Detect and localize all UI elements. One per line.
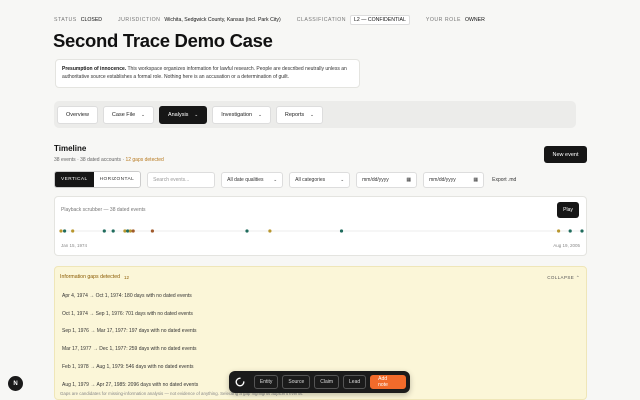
new-event-button[interactable]: New event: [544, 146, 587, 163]
event-dot[interactable]: [111, 229, 115, 233]
event-dot[interactable]: [59, 229, 63, 233]
tab-analysis[interactable]: Analysis ⌄: [158, 105, 208, 124]
gap-item[interactable]: Apr 4, 1974 → Oct 1, 1974: 180 days with…: [62, 293, 192, 299]
tab-label: Analysis: [167, 111, 189, 118]
gap-item[interactable]: Sep 1, 1976 → Mar 17, 1977: 197 days wit…: [62, 328, 197, 334]
timeline-heading: Timeline: [54, 144, 87, 153]
event-dot[interactable]: [339, 229, 344, 233]
presumption-notice: Presumption of innocence. This workspace…: [55, 59, 360, 88]
event-dot[interactable]: [568, 229, 572, 233]
view-vertical-button[interactable]: VERTICAL: [55, 172, 94, 187]
tab-label: Overview: [66, 111, 89, 118]
jurisdiction-meta: JURISDICTION Wichita, Sedgwick County, K…: [118, 17, 281, 23]
gaps-title: Information gaps detected: [60, 274, 120, 280]
event-dot[interactable]: [150, 229, 154, 233]
jurisdiction-value: Wichita, Sedgwick County, Kansas (incl. …: [164, 17, 281, 23]
chevron-down-icon: ⌄: [273, 176, 278, 182]
add-claim-button[interactable]: Claim: [314, 375, 340, 389]
tab-case-file[interactable]: Case File ⌄: [102, 105, 154, 124]
add-entity-button[interactable]: Entity: [253, 375, 279, 389]
classification-meta: CLASSIFICATION L2 — CONFIDENTIAL: [297, 15, 410, 25]
quick-add-dock: Entity Source Claim Lead Add note: [229, 371, 410, 393]
event-dot[interactable]: [268, 229, 272, 233]
date-from-input[interactable]: mm/dd/yyyy ▦: [356, 171, 418, 188]
playback-scrubber: Playback scrubber — 38 dated events Play…: [54, 196, 587, 256]
tab-reports[interactable]: Reports ⌄: [275, 105, 323, 124]
tab-label: Reports: [284, 111, 305, 118]
collapse-button[interactable]: COLLAPSE ⌃: [547, 275, 580, 281]
collapse-label: COLLAPSE: [547, 275, 575, 280]
jurisdiction-label: JURISDICTION: [118, 17, 161, 23]
category-select[interactable]: All categories ⌄: [289, 171, 351, 188]
app-logo-button[interactable]: N: [8, 376, 23, 391]
status-value: CLOSED: [80, 17, 103, 23]
event-dot[interactable]: [128, 229, 132, 233]
add-lead-button[interactable]: Lead: [343, 375, 367, 389]
tab-investigation[interactable]: Investigation ⌄: [212, 105, 271, 124]
classification-label: CLASSIFICATION: [296, 17, 347, 23]
role-meta: YOUR ROLE OWNER: [426, 17, 485, 23]
event-dot[interactable]: [63, 229, 67, 233]
calendar-icon: ▦: [406, 176, 412, 183]
export-md-button[interactable]: Export .md: [492, 177, 516, 183]
scrubber-track[interactable]: [55, 225, 588, 237]
event-dot[interactable]: [102, 229, 106, 233]
scrubber-start-date: Jan 15, 1974: [61, 243, 88, 248]
tab-label: Investigation: [221, 111, 253, 118]
classification-badge: L2 — CONFIDENTIAL: [350, 15, 410, 25]
event-dot[interactable]: [580, 229, 584, 233]
gaps-count-badge: 12: [123, 274, 129, 280]
timeline-counts: 38 events · 38 dated accounts ·: [54, 157, 126, 163]
timeline-controls: VERTICAL HORIZONTAL Search events... All…: [54, 171, 516, 188]
loading-spinner-icon: [233, 375, 247, 389]
gap-item[interactable]: Feb 1, 1978 → Aug 1, 1979: 546 days with…: [62, 364, 193, 370]
gap-item[interactable]: Mar 17, 1977 → Dec 1, 1977: 259 days wit…: [62, 346, 197, 352]
chevron-down-icon: ⌄: [340, 176, 345, 182]
event-dot[interactable]: [557, 229, 561, 233]
play-button[interactable]: Play: [557, 202, 579, 218]
date-value: mm/dd/yyyy: [362, 176, 389, 183]
date-to-input[interactable]: mm/dd/yyyy ▦: [423, 171, 485, 188]
add-note-button[interactable]: Add note: [370, 375, 406, 389]
view-toggle: VERTICAL HORIZONTAL: [54, 171, 142, 188]
page-title: Second Trace Demo Case: [53, 30, 273, 51]
scrubber-label: Playback scrubber — 38 dated events: [61, 207, 146, 213]
event-dot[interactable]: [131, 229, 135, 233]
date-value: mm/dd/yyyy: [429, 176, 456, 183]
role-value: OWNER: [464, 17, 485, 23]
chevron-down-icon: ⌄: [258, 111, 262, 117]
chevron-down-icon: ⌄: [141, 111, 145, 117]
gap-item[interactable]: Oct 1, 1974 → Sep 1, 1976: 701 days with…: [62, 311, 193, 317]
select-value: All date qualities: [227, 176, 264, 183]
status-meta: STATUS CLOSED: [54, 17, 102, 23]
tab-label: Case File: [111, 111, 136, 118]
chevron-down-icon: ⌄: [310, 111, 314, 117]
gap-item[interactable]: Aug 1, 1979 → Apr 27, 1985: 2096 days wi…: [62, 382, 198, 388]
date-quality-select[interactable]: All date qualities ⌄: [221, 171, 284, 188]
tab-overview[interactable]: Overview: [57, 105, 98, 124]
scrubber-end-date: Aug 19, 2005: [553, 243, 580, 248]
timeline-summary: 38 events · 38 dated accounts · 12 gaps …: [54, 157, 164, 163]
event-dot[interactable]: [123, 229, 127, 233]
event-dot[interactable]: [245, 229, 249, 233]
status-label: STATUS: [54, 17, 77, 23]
chevron-down-icon: ⌄: [194, 111, 199, 117]
view-horizontal-button[interactable]: HORIZONTAL: [93, 172, 141, 187]
role-label: YOUR ROLE: [425, 17, 461, 23]
calendar-icon: ▦: [473, 176, 479, 183]
timeline-gaps-count: 12 gaps detected: [125, 157, 164, 163]
gaps-header[interactable]: Information gaps detected 12: [60, 274, 129, 280]
case-meta: STATUS CLOSED JURISDICTION Wichita, Sedg…: [54, 15, 501, 25]
search-events-input[interactable]: Search events...: [147, 171, 216, 188]
case-nav: Overview Case File ⌄ Analysis ⌄ Investigat…: [54, 101, 576, 128]
event-dot[interactable]: [71, 229, 75, 233]
select-value: All categories: [295, 176, 326, 183]
notice-heading: Presumption of innocence.: [62, 66, 127, 72]
add-source-button[interactable]: Source: [282, 375, 311, 389]
